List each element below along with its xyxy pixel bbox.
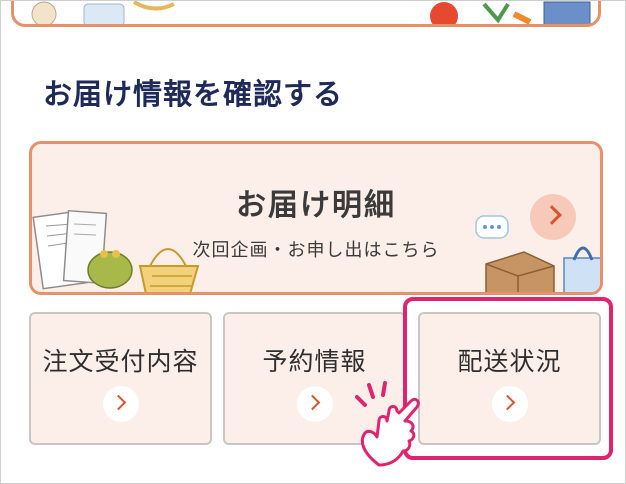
top-banner[interactable] [11,1,601,27]
section-title: お届け情報を確認する [43,77,344,111]
reservation-info-label: 予約情報 [262,347,367,376]
chevron-right-icon [110,394,127,411]
delivery-details-card[interactable]: お届け明細 次回企画・お申し出はこちら [29,141,603,295]
delivery-status-button[interactable]: 配送状況 [418,312,601,445]
reservation-info-arrow [297,386,333,422]
box-bag-illustration [475,215,600,292]
chevron-right-icon [304,394,321,411]
hand-pointer-icon [355,381,420,467]
delivery-status-label: 配送状況 [457,347,562,376]
chevron-right-icon [499,394,516,411]
order-received-label: 注文受付内容 [42,347,199,376]
order-received-button[interactable]: 注文受付内容 [29,312,212,445]
order-received-arrow [103,386,139,422]
groceries-illustration [31,1,591,24]
delivery-status-arrow [492,386,528,422]
screen: お届け情報を確認する お届け明細 次回企画・お申し出はこちら 注文受付内容 予約… [0,0,626,484]
